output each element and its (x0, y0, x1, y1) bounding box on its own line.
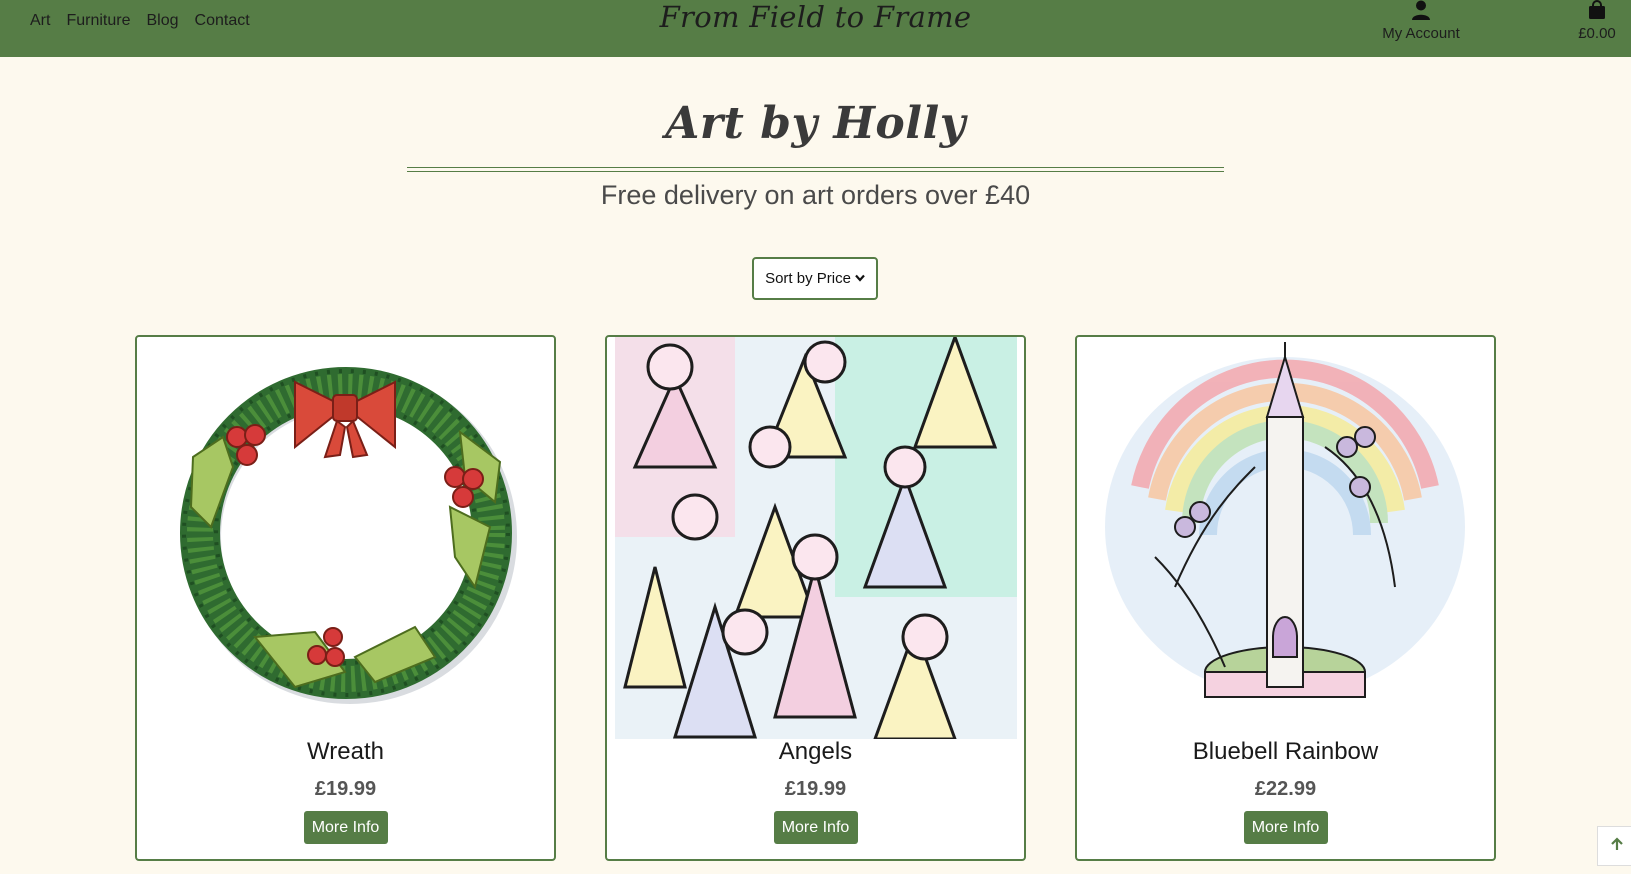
delivery-banner: Free delivery on art orders over £40 (600, 180, 1031, 210)
product-name: Bluebell Rainbow (1192, 738, 1379, 765)
user-icon (1371, 0, 1471, 22)
product-image-angels[interactable] (615, 337, 1017, 739)
product-image-bluebell-rainbow[interactable] (1085, 337, 1487, 739)
product-card: Angels £19.99 More Info (605, 335, 1026, 861)
sort-select[interactable]: Sort by Price (752, 257, 878, 300)
back-to-top-button[interactable] (1597, 826, 1631, 866)
product-name: Wreath (307, 738, 384, 765)
product-price: £19.99 (784, 778, 847, 800)
shopping-bag-icon (1567, 0, 1627, 22)
chevron-down-icon (855, 273, 865, 285)
product-image-wreath[interactable] (145, 337, 547, 739)
page-title: Art by Holly (665, 98, 966, 149)
more-info-button[interactable]: More Info (773, 811, 858, 844)
my-account-label: My Account (1382, 25, 1460, 42)
product-name: Angels (778, 738, 853, 765)
product-price: £19.99 (314, 778, 377, 800)
cart-total: £0.00 (1578, 25, 1616, 42)
product-card: Wreath £19.99 More Info (135, 335, 556, 861)
cart-link[interactable]: £0.00 (1567, 0, 1627, 42)
product-card: Bluebell Rainbow £22.99 More Info (1075, 335, 1496, 861)
sort-select-label: Sort by Price (765, 270, 851, 287)
my-account-link[interactable]: My Account (1371, 0, 1471, 42)
arrow-up-icon (1610, 836, 1624, 856)
more-info-button[interactable]: More Info (303, 811, 388, 844)
title-divider (407, 167, 1224, 172)
product-price: £22.99 (1254, 778, 1317, 800)
more-info-button[interactable]: More Info (1243, 811, 1328, 844)
navbar: Art Furniture Blog Contact From Field to… (0, 0, 1631, 57)
